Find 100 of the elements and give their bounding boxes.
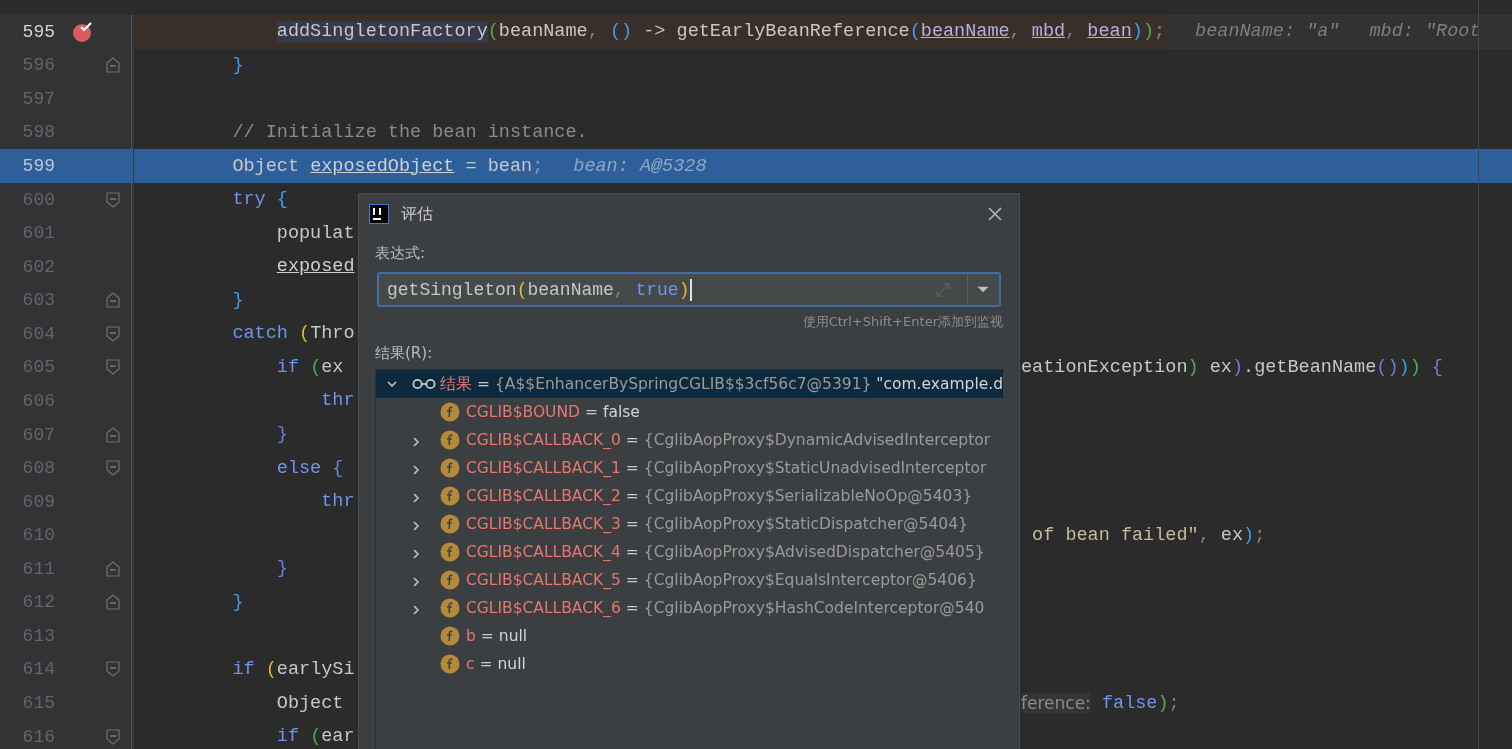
fold-icon[interactable] [106, 728, 120, 745]
chevron-icon[interactable] [410, 548, 422, 560]
variable-value: {CglibAopProxy$StaticDispatcher@5404} [643, 515, 968, 533]
code-text: .getBeanName [1243, 356, 1377, 378]
chevron-icon[interactable] [410, 492, 422, 504]
fold-icon[interactable] [106, 594, 120, 611]
fold-icon[interactable] [106, 325, 120, 342]
bracket: () [1376, 356, 1399, 378]
punctuation: ; [532, 155, 544, 177]
variable-name: CGLIB$CALLBACK_3 [466, 515, 621, 533]
punctuation: , [1065, 21, 1078, 43]
code-text: ex [1208, 356, 1232, 378]
field-icon [440, 570, 460, 590]
tree-item[interactable]: CGLIB$CALLBACK_4 = {CglibAopProxy$AdvisedDispatcher@5405} [376, 538, 1003, 566]
code-text: ex [321, 356, 344, 378]
shortcut-hint: 使用Ctrl+Shift+Enter添加到监视 [801, 313, 1003, 331]
tree-item[interactable]: CGLIB$CALLBACK_0 = {CglibAopProxy$DynamicAdvisedInterceptor [376, 426, 1003, 454]
fold-icon[interactable] [106, 292, 120, 309]
chevron-icon[interactable] [410, 604, 422, 616]
code-text: populat [276, 222, 355, 244]
tree-item[interactable]: CGLIB$CALLBACK_5 = {CglibAopProxy$EqualsInterceptor@5406} [376, 566, 1003, 594]
tree-item[interactable]: 结果 = {A$$EnhancerBySpringCGLIB$$3cf56c7@5391} "com.example.d [376, 370, 1003, 398]
code-text: eationException [1021, 356, 1188, 378]
equals-sign: = [479, 655, 493, 673]
field-icon [440, 458, 460, 478]
tree-item[interactable]: CGLIB$BOUND = false [376, 398, 1003, 426]
fold-icon[interactable] [106, 57, 120, 74]
bracket: () [609, 21, 633, 43]
tree-item[interactable]: CGLIB$CALLBACK_3 = {CglibAopProxy$StaticDispatcher@5404} [376, 510, 1003, 538]
bracket: ( [310, 726, 322, 748]
fold-icon[interactable] [106, 426, 120, 443]
variable-name: CGLIB$CALLBACK_5 [466, 571, 621, 589]
chevron-icon[interactable] [386, 378, 398, 390]
field-icon [440, 514, 460, 534]
variable-name: bean [1087, 21, 1132, 43]
variable-value: "com.example.d [876, 375, 1003, 393]
bracket: ) [1187, 356, 1199, 378]
variable-value: false [603, 403, 640, 421]
keyword: else [276, 457, 322, 479]
bracket: ( [265, 658, 277, 680]
bracket: } [232, 289, 244, 311]
bracket: ) [1398, 356, 1410, 378]
glasses-icon [412, 378, 436, 390]
bracket: } [232, 591, 244, 613]
field-icon [440, 654, 460, 674]
code-text: -> getEarlyBeanReference [642, 21, 910, 43]
tree-item[interactable]: CGLIB$CALLBACK_6 = {CglibAopProxy$HashCodeInterceptor@540 [376, 594, 1003, 622]
punctuation: , [1198, 524, 1211, 546]
fold-icon[interactable] [106, 460, 120, 477]
breakpoint-icon[interactable] [72, 20, 94, 43]
bracket: } [276, 558, 288, 580]
variable-name: CGLIB$CALLBACK_2 [466, 487, 621, 505]
line-number: 595 [21, 21, 55, 42]
tree-item[interactable]: CGLIB$CALLBACK_2 = {CglibAopProxy$SerializableNoOp@5403} [376, 482, 1003, 510]
keyword: if [276, 356, 301, 378]
tree-item[interactable]: CGLIB$CALLBACK_1 = {CglibAopProxy$StaticUnadvisedInterceptor [376, 454, 1003, 482]
variable-name: 结果 [440, 373, 472, 395]
keyword: thr [321, 491, 355, 513]
variable-name: CGLIB$CALLBACK_4 [466, 543, 621, 561]
inline-hint: beanName: "a" [1195, 21, 1340, 43]
variable-name: CGLIB$CALLBACK_0 [466, 431, 621, 449]
keyword: if [232, 658, 256, 680]
expression-label: 表达式: [375, 244, 427, 263]
bracket: ( [487, 21, 499, 43]
chevron-icon[interactable] [410, 464, 422, 476]
equals-sign: = [625, 459, 639, 477]
chevron-icon[interactable] [410, 520, 422, 532]
line-number: 599 [21, 156, 55, 177]
field-icon [440, 626, 460, 646]
close-icon[interactable] [987, 206, 1003, 222]
keyword: thr [321, 390, 355, 412]
dialog-title: 评估 [401, 203, 434, 225]
field-icon [440, 486, 460, 506]
bracket: ( [299, 323, 311, 345]
variable-value: null [498, 627, 528, 645]
equals-sign: = [625, 487, 639, 505]
fold-icon[interactable] [106, 560, 120, 577]
fold-icon[interactable] [106, 661, 120, 678]
bracket: ) [1409, 356, 1421, 378]
variable-value: null [497, 655, 526, 673]
chevron-icon[interactable] [410, 436, 422, 448]
variable-name: exposed [276, 256, 355, 278]
inline-hint: ference: [1021, 693, 1091, 714]
chevron-icon[interactable] [410, 576, 422, 588]
code-text: ear [321, 726, 355, 748]
bracket: ) [1131, 21, 1143, 43]
result-label: 结果(R): [375, 344, 434, 363]
equals-sign: = [585, 403, 598, 421]
equals-sign: = [625, 543, 639, 561]
tree-item[interactable]: c = null [376, 650, 1003, 678]
fold-icon[interactable] [106, 191, 120, 208]
tree-item[interactable]: b = null [376, 622, 1003, 650]
bracket: ) [1243, 524, 1255, 546]
fold-icon[interactable] [106, 359, 120, 376]
bracket: { [1430, 356, 1443, 378]
bracket: ( [310, 356, 322, 378]
variable-name: beanName [920, 21, 1010, 43]
variable-name: exposedObject [310, 155, 455, 177]
expression-field[interactable]: getSingleton(beanName, true) [377, 272, 1001, 307]
punctuation: , [1009, 21, 1022, 43]
